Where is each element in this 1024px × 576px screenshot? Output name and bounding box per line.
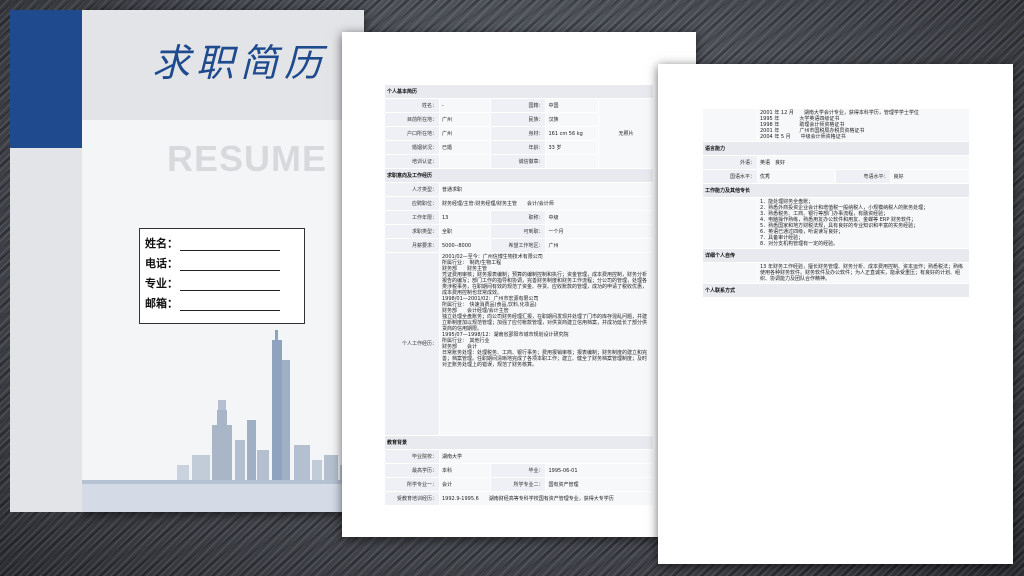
salary-label: 月薪要求： bbox=[384, 238, 440, 253]
email-field: 邮箱： bbox=[145, 295, 280, 311]
resume-watermark: RESUME bbox=[167, 138, 328, 179]
section-edu-title: 教育背景 bbox=[384, 435, 654, 450]
section-intent-title: 求职意向及工作经历 bbox=[384, 168, 654, 183]
major1-label: 所学专业一： bbox=[384, 477, 440, 492]
resume-page-2: 个人基本简历 姓名： - 国籍： 中国 无照片 目前所在地： 广州 民族： 汉族… bbox=[342, 32, 696, 537]
edu-training-value: 1992.9-1995.6 湖南财经高等专科学校国有资产管理专业，获得大专学历 bbox=[439, 491, 654, 506]
cover-blue-accent bbox=[10, 10, 82, 148]
hukou-value: 广州 bbox=[438, 126, 492, 141]
contact-box: 姓名： 电话： 专业： 邮箱： bbox=[139, 228, 305, 324]
work-entry-line: 独立处理全盘账务；向公司财务经理汇报，在职期间发现并处理了门市的库存混乱问题，并… bbox=[442, 314, 648, 332]
major2-value: 国有资产管理 bbox=[545, 477, 654, 492]
graduation-value: 1995-06-01 bbox=[545, 463, 654, 478]
nation-label: 国籍： bbox=[490, 98, 547, 113]
graduation-label: 毕业： bbox=[490, 463, 547, 478]
phone-field: 电话： bbox=[145, 255, 280, 271]
skills-block: 1．能处理财务全盘账； 2．熟悉外商投资企业会计和增值税一般纳税人，小规模纳税人… bbox=[757, 197, 970, 249]
training-value bbox=[438, 154, 492, 169]
certs-spacer bbox=[702, 108, 758, 142]
section-contact-title: 个人联系方式 bbox=[702, 283, 970, 298]
cover-page: 求职简历 RESUME 姓名： 电话： 专业： 邮箱： bbox=[82, 10, 364, 512]
skills-spacer bbox=[702, 197, 758, 249]
name-field: 姓名： bbox=[145, 235, 280, 251]
arrive-label: 可到职： bbox=[490, 224, 547, 239]
school-value: 湖南大学 bbox=[439, 449, 654, 464]
self-intro-text: 13 年财务工作经验，擅长财务管理、财务分析、成本费用控制、资本运作；熟悉税法；… bbox=[757, 262, 970, 284]
work-history-label: 个人工作经历： bbox=[384, 252, 440, 436]
training-label: 培训认证： bbox=[384, 154, 440, 169]
marital-value: 已婚 bbox=[438, 140, 492, 155]
mandarin-label: 国语水平： bbox=[702, 169, 758, 184]
marital-label: 婚姻状况： bbox=[384, 140, 440, 155]
section-language-title: 语言能力 bbox=[702, 141, 970, 156]
location-value: 广州 bbox=[438, 112, 492, 127]
city-skyline-illustration bbox=[82, 330, 364, 512]
height-value: 161 cm 56 kg bbox=[545, 126, 599, 141]
section-intro-title: 详细个人自传 bbox=[702, 248, 970, 263]
nation-value: 中国 bbox=[545, 98, 599, 113]
degree-value: 本科 bbox=[438, 463, 492, 478]
credit-label: 诚信徽章： bbox=[490, 154, 547, 169]
email-label: 邮箱： bbox=[145, 297, 178, 310]
age-value: 33 岁 bbox=[545, 140, 599, 155]
cover-left-strip bbox=[10, 148, 82, 512]
degree-label: 最高学历： bbox=[384, 463, 440, 478]
major1-value: 会计 bbox=[438, 477, 492, 492]
post-label: 应聘职位： bbox=[384, 196, 440, 211]
work-entry-line: 日常账务处理：处理税务、工商、银行事务；费用报销审核；报表编制；财务制度的建立和… bbox=[442, 350, 648, 368]
section-basic-title: 个人基本简历 bbox=[384, 84, 654, 99]
title-value: 中级 bbox=[545, 210, 654, 225]
resume-table-2: 2001 年 12 月 湖南大学会计专业，获得本科学历，管理学学士学位 1995… bbox=[702, 108, 970, 298]
mandarin-value: 优秀 bbox=[756, 169, 837, 184]
foreign-language-value: 英语 良好 bbox=[757, 155, 970, 170]
ethnic-value: 汉族 bbox=[545, 112, 599, 127]
credit-value bbox=[545, 154, 599, 169]
cantonese-label: 粤语水平： bbox=[835, 169, 892, 184]
phone-label: 电话： bbox=[145, 257, 178, 270]
certificates-block: 2001 年 12 月 湖南大学会计专业，获得本科学历，管理学学士学位 1995… bbox=[757, 108, 970, 142]
location-label: 目前所在地： bbox=[384, 112, 440, 127]
job-kind-label: 求职类型： bbox=[384, 224, 440, 239]
title-label: 职称： bbox=[490, 210, 547, 225]
name-label: 姓名： bbox=[145, 237, 178, 250]
major2-label: 所学专业二： bbox=[490, 477, 547, 492]
resume-page-3: 2001 年 12 月 湖南大学会计专业，获得本科学历，管理学学士学位 1995… bbox=[658, 64, 1013, 564]
age-label: 年龄： bbox=[490, 140, 547, 155]
years-value: 13 bbox=[438, 210, 492, 225]
photo-placeholder: 无照片 bbox=[598, 98, 654, 169]
job-kind-value: 全职 bbox=[438, 224, 492, 239]
school-label: 毕业院校： bbox=[384, 449, 440, 464]
intro-spacer bbox=[702, 262, 758, 284]
skill-line: 8．对分支机构管理有一定的经验。 bbox=[760, 241, 839, 247]
talent-type-value: 普通求职 bbox=[439, 182, 654, 197]
major-label: 专业： bbox=[145, 277, 178, 290]
hukou-label: 户口所在地： bbox=[384, 126, 440, 141]
talent-type-label: 人才类型： bbox=[384, 182, 440, 197]
work-entry-line: 凭证费用审核；财务报表编制；预算的编制控制和执行；资金管理，成本费用控制，财务分… bbox=[442, 272, 648, 296]
name-label: 姓名： bbox=[384, 98, 440, 113]
arrive-value: 一个月 bbox=[545, 224, 654, 239]
ethnic-label: 民族： bbox=[490, 112, 547, 127]
area-label: 希望工作地区： bbox=[490, 238, 547, 253]
resume-table: 个人基本简历 姓名： - 国籍： 中国 无照片 目前所在地： 广州 民族： 汉族… bbox=[384, 84, 654, 506]
edu-training-label: 受教育培训经历： bbox=[384, 491, 440, 506]
area-value: 广州 bbox=[545, 238, 654, 253]
cantonese-value: 良好 bbox=[890, 169, 970, 184]
work-history-block: 2001/02—至今：广州信博生物技术有限公司 所属行业： 制药/生物工程 财务… bbox=[439, 252, 654, 436]
cover-title: 求职简历 bbox=[152, 41, 329, 85]
name-value: - bbox=[438, 98, 492, 113]
section-skills-title: 工作能力及其他专长 bbox=[702, 183, 970, 198]
salary-value: 5000--8000 bbox=[438, 238, 492, 253]
post-value: 财务经理/主管:财务经理/财务主管 会计/会计师 bbox=[439, 196, 654, 211]
years-label: 工作年限： bbox=[384, 210, 440, 225]
major-field: 专业： bbox=[145, 275, 280, 291]
foreign-language-label: 外语： bbox=[702, 155, 758, 170]
height-label: 身材： bbox=[490, 126, 547, 141]
certificate-line: 2004 年 5 月 中级会计师资格证书 bbox=[760, 134, 846, 140]
